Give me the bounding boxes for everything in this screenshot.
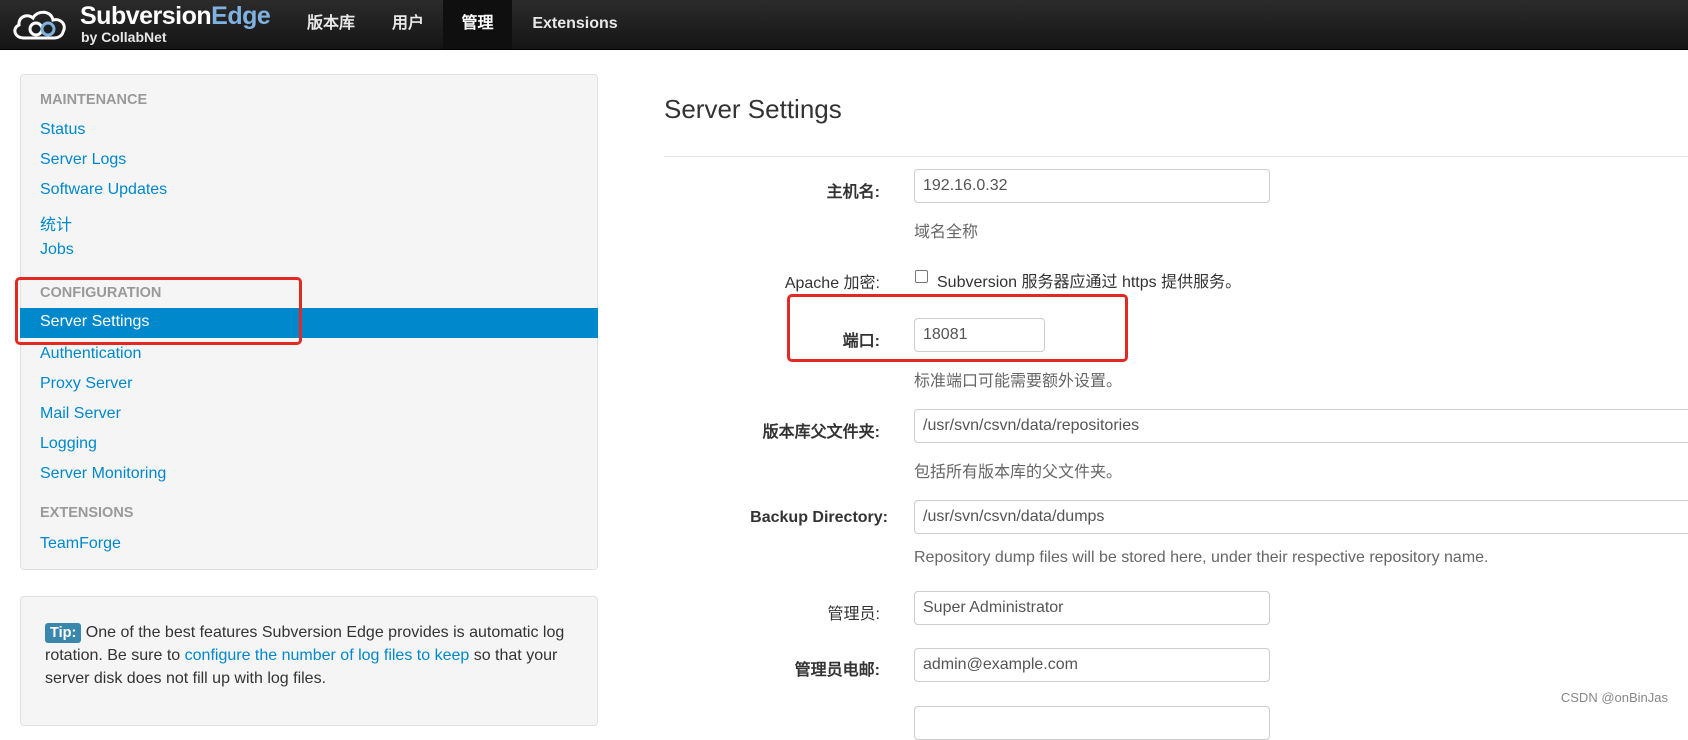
sidebar-item-authentication[interactable]: Authentication <box>40 345 141 363</box>
tip-log-files-link[interactable]: configure the number of log files to kee… <box>185 647 470 664</box>
page-title: Server Settings <box>664 94 842 124</box>
https-checkbox-label[interactable]: Subversion 服务器应通过 https 提供服务。 <box>937 268 1241 292</box>
nav-administration[interactable]: 管理 <box>443 0 512 49</box>
tip-panel: Tip: One of the best features Subversion… <box>20 596 598 726</box>
port-input[interactable]: 18081 <box>914 318 1045 352</box>
sidebar-item-logging[interactable]: Logging <box>40 435 97 453</box>
admin-name-label: 管理员: <box>827 606 880 623</box>
brand-name-accent: Edge <box>211 2 271 30</box>
sidebar-item-server-monitoring[interactable]: Server Monitoring <box>40 465 166 483</box>
backup-directory-input[interactable]: /usr/svn/csvn/data/dumps <box>914 500 1688 534</box>
port-label: 端口: <box>842 333 880 350</box>
admin-email-label: 管理员电邮: <box>794 662 880 679</box>
cloud-logo-icon <box>13 10 66 40</box>
apache-encryption-label: Apache 加密: <box>784 275 880 292</box>
backup-directory-label: Backup Directory: <box>750 509 888 526</box>
admin-email-input[interactable]: admin@example.com <box>914 648 1270 682</box>
highlight-box-server-settings <box>15 277 302 345</box>
sidebar-item-status[interactable]: Status <box>40 121 85 139</box>
sidebar-item-statistics[interactable]: 统计 <box>40 211 72 235</box>
sidebar-item-software-updates[interactable]: Software Updates <box>40 181 167 199</box>
brand-name: SubversionEdge <box>80 2 271 31</box>
sidebar-item-mail-server[interactable]: Mail Server <box>40 405 121 423</box>
sidebar-item-teamforge[interactable]: TeamForge <box>40 535 121 553</box>
repo-parent-dir-help: 包括所有版本库的父文件夹。 <box>914 464 1123 481</box>
repo-parent-dir-label: 版本库父文件夹: <box>762 424 880 441</box>
nav-extensions[interactable]: Extensions <box>520 0 630 49</box>
sidebar-header-maintenance: MAINTENANCE <box>40 92 148 108</box>
next-field-input[interactable] <box>914 706 1270 740</box>
repo-parent-dir-input[interactable]: /usr/svn/csvn/data/repositories <box>914 409 1688 443</box>
hostname-help: 域名全称 <box>914 224 979 241</box>
divider <box>664 156 1688 157</box>
tip-text: Tip: One of the best features Subversion… <box>45 621 575 690</box>
port-help: 标准端口可能需要额外设置。 <box>914 373 1123 390</box>
sidebar-item-server-logs[interactable]: Server Logs <box>40 151 126 169</box>
backup-directory-help: Repository dump files will be stored her… <box>914 549 1489 566</box>
sidebar-item-proxy-server[interactable]: Proxy Server <box>40 375 132 393</box>
csdn-watermark: CSDN @onBinJas <box>1560 690 1668 705</box>
brand-subtitle: by CollabNet <box>81 29 167 45</box>
brand-name-main: Subversion <box>80 2 212 30</box>
sidebar-header-extensions: EXTENSIONS <box>40 505 134 521</box>
hostname-input[interactable]: 192.16.0.32 <box>914 169 1270 203</box>
brand-logo[interactable]: SubversionEdge by CollabNet <box>10 2 271 46</box>
sidebar-item-jobs[interactable]: Jobs <box>40 241 74 259</box>
admin-name-input[interactable]: Super Administrator <box>914 591 1270 625</box>
hostname-label: 主机名: <box>826 184 880 201</box>
top-navbar: SubversionEdge by CollabNet 版本库 用户 管理 Ex… <box>0 0 1688 50</box>
nav-users[interactable]: 用户 <box>385 0 431 49</box>
tip-badge: Tip: <box>45 623 82 643</box>
https-checkbox[interactable] <box>915 270 928 283</box>
nav-repositories[interactable]: 版本库 <box>300 0 362 49</box>
